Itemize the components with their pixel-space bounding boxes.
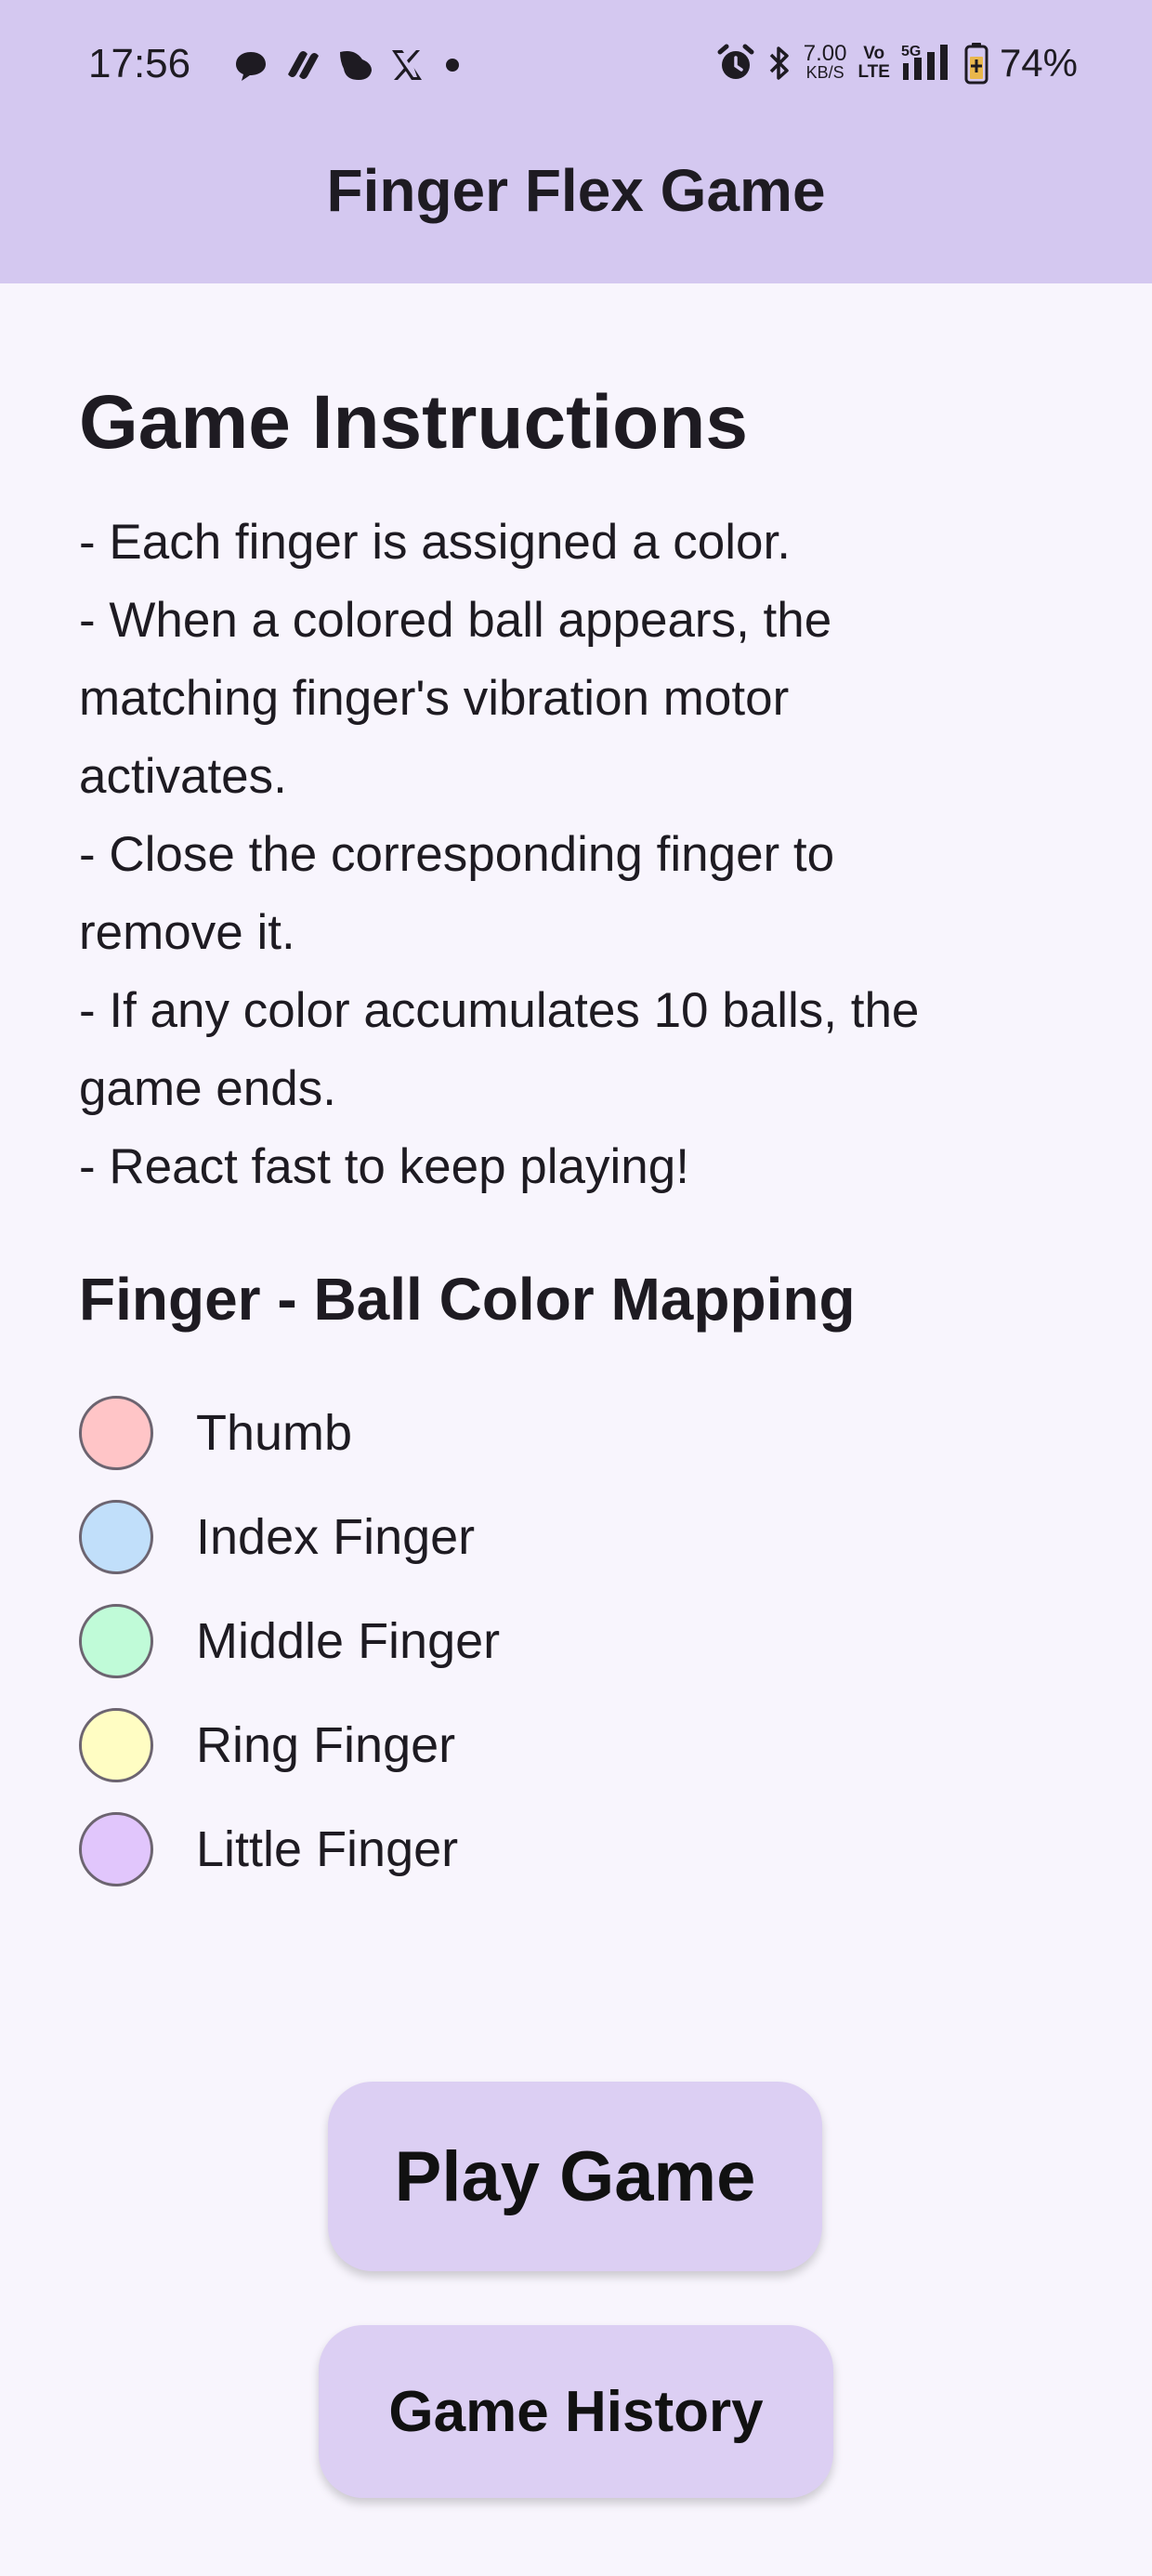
instruction-line: matching finger's vibration motor [79,671,790,726]
alarm-icon [716,43,755,84]
finger-label: Middle Finger [196,1613,501,1669]
app-title: Finger Flex Game [326,157,826,224]
instruction-line: - If any color accumulates 10 balls, the [79,983,920,1038]
instruction-line: activates. [79,749,287,804]
mapping-row: Ring Finger [79,1693,1082,1797]
finger-label: Little Finger [196,1821,459,1877]
app-bar: 17:56 7.00 KB/S Vo LTE 5G 74% Finger Fle… [0,0,1152,283]
instruction-line: remove it. [79,905,295,960]
play-game-button[interactable]: Play Game [328,2082,822,2271]
x-icon [388,46,425,84]
instruction-line: game ends. [79,1061,336,1116]
game-history-button[interactable]: Game History [319,2325,833,2498]
mapping-row: Middle Finger [79,1589,1082,1693]
link-icon [282,46,323,84]
finger-label: Index Finger [196,1509,476,1565]
finger-label: Thumb [196,1405,353,1461]
mapping-row: Little Finger [79,1797,1082,1901]
instruction-line: - Close the corresponding finger to [79,827,835,882]
color-mapping-list: Thumb Index Finger Middle Finger Ring Finge… [79,1381,1082,1901]
chat-bubble-icon [232,46,269,84]
color-ball [79,1812,153,1886]
color-ball [79,1500,153,1574]
color-ball [79,1396,153,1470]
main-content: Game Instructions - Each finger is assig… [79,372,1082,1901]
volte-indicator: Vo LTE [857,44,890,82]
status-time: 17:56 [88,41,191,86]
notification-icons [232,46,466,84]
instructions-title: Game Instructions [79,380,748,465]
battery-icon [964,42,988,85]
instruction-line: - Each finger is assigned a color. [79,515,791,570]
color-ball [79,1604,153,1678]
mapping-row: Thumb [79,1381,1082,1485]
battery-percent: 74% [999,41,1078,85]
mapping-title: Finger - Ball Color Mapping [79,1266,856,1333]
instruction-line: - When a colored ball appears, the [79,593,832,648]
bluetooth-icon [766,43,792,84]
dot-icon [439,46,466,84]
mapping-row: Index Finger [79,1485,1082,1589]
finger-label: Ring Finger [196,1717,456,1773]
status-bar: 17:56 7.00 KB/S Vo LTE 5G 74% [0,0,1152,139]
signal-icon: 5G [901,43,953,84]
color-ball [79,1708,153,1782]
network-type: 5G [901,44,921,59]
net-speed: 7.00 KB/S [803,41,847,83]
system-icons: 7.00 KB/S Vo LTE 5G 74% [716,41,1078,85]
bird-icon [336,46,375,84]
instructions-text: - Each finger is assigned a color. - When… [79,504,1082,1206]
instruction-line: - React fast to keep playing! [79,1139,689,1194]
